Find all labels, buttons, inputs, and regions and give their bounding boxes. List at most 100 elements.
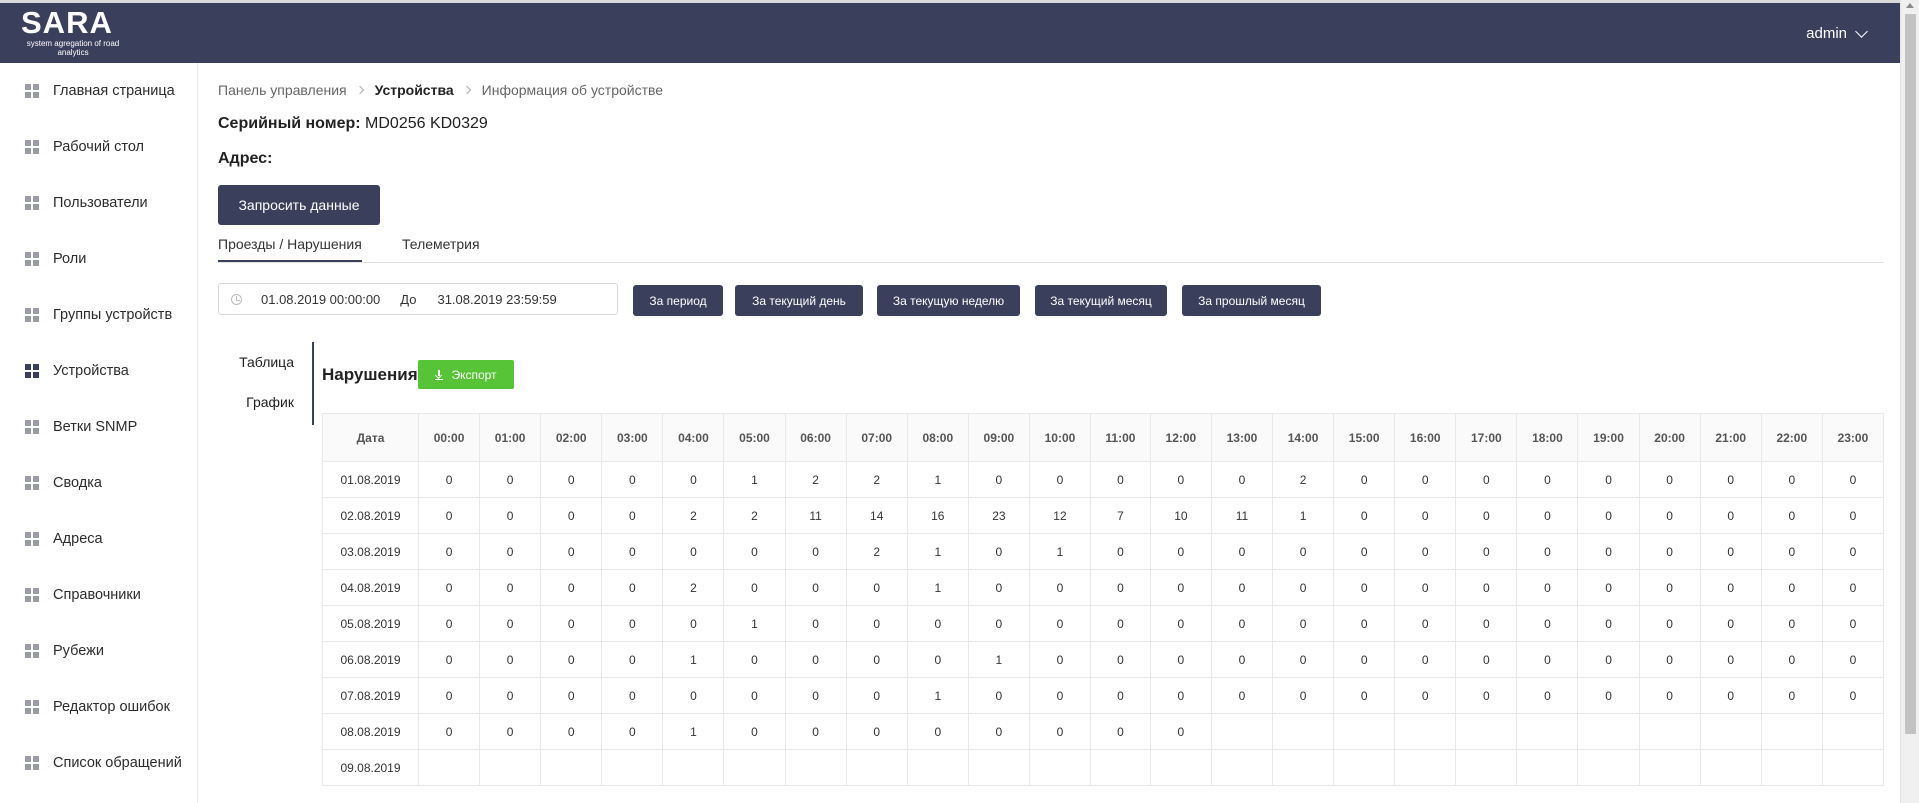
table-cell: 0 [1760,677,1823,714]
table-cell [723,749,786,786]
breadcrumb-dashboard[interactable]: Панель управления [218,82,347,98]
request-data-button[interactable]: Запросить данные [218,185,380,225]
table-cell [1272,749,1335,786]
current-day-button[interactable]: За текущий день [735,285,863,316]
grid-icon [25,700,39,714]
current-month-button[interactable]: За текущий месяц [1035,285,1167,316]
logo[interactable]: SARA system agregation of road analytics [21,7,131,58]
table-cell: 0 [1516,569,1579,606]
table-cell: 0 [1821,569,1885,606]
table-cell [1210,713,1274,750]
table-cell: 1 [906,533,969,570]
table-cell: 0 [601,497,664,534]
last-month-button[interactable]: За прошлый месяц [1182,285,1321,316]
table-cell: 0 [1090,569,1151,606]
sidebar-item[interactable]: Роли [0,231,197,287]
table-cell: 0 [479,461,542,498]
table-cell: 0 [1028,713,1092,750]
export-label: Экспорт [451,367,497,382]
table-cell: 1 [1272,497,1335,534]
table-cell: 0 [845,641,908,678]
column-header-hour: 08:00 [906,413,969,462]
section-title: Нарушения [322,365,418,384]
table-cell: 0 [967,569,1030,606]
sidebar-item[interactable]: Рубежи [0,623,197,679]
sidebar-item-label: Рубежи [53,643,104,659]
sidebar-item[interactable]: Адреса [0,511,197,567]
table-cell: 0 [784,641,847,678]
sidebar-item[interactable]: Группы устройств [0,287,197,343]
sidebar-item[interactable]: Главная страница [0,63,197,119]
table-cell [1028,749,1092,786]
user-menu[interactable]: admin [1806,24,1868,42]
table-cell: 0 [479,569,542,606]
sidebar-item[interactable]: Список обращений [0,735,197,791]
chevron-down-icon [1855,24,1868,38]
grid-icon [25,308,39,322]
table-row: 04.08.2019 0 0 0 0 2 0 0 0 1 0 0 0 0 0 0 0 0 0 0 0 0 0 0 0 [322,569,1885,606]
date-from[interactable]: 01.08.2019 00:00:00 [261,292,380,307]
column-header-hour: 02:00 [540,413,603,462]
table-cell: 0 [1090,461,1151,498]
view-tab-table[interactable]: Таблица [218,342,312,382]
table-cell: 0 [540,605,603,642]
scroll-thumb[interactable] [1905,14,1916,734]
sidebar-item[interactable]: Справочники [0,567,197,623]
column-header-date: Дата [322,413,419,462]
table-cell [1760,749,1823,786]
row-date: 06.08.2019 [322,641,419,678]
grid-icon [25,644,39,658]
table-cell [1090,749,1151,786]
table-cell: 1 [906,461,969,498]
column-header-hour: 20:00 [1638,413,1701,462]
table-cell [1394,749,1457,786]
table-cell [479,749,542,786]
table-cell: 0 [1333,605,1396,642]
table-cell: 0 [1516,641,1579,678]
table-cell: 0 [1394,605,1457,642]
export-button[interactable]: Экспорт [418,360,514,389]
table-cell: 0 [1455,533,1518,570]
table-cell: 0 [1638,497,1701,534]
table-cell: 0 [967,677,1030,714]
chevron-right-icon [462,85,471,95]
scroll-up-icon[interactable] [1906,3,1914,8]
sidebar-item[interactable]: Рабочий стол [0,119,197,175]
table-cell: 0 [1210,569,1274,606]
date-to[interactable]: 31.08.2019 23:59:59 [437,292,556,307]
date-range-picker[interactable]: 01.08.2019 00:00:00 До 31.08.2019 23:59:… [218,283,618,315]
table-cell: 0 [723,569,786,606]
period-button[interactable]: За период [633,285,723,316]
sidebar-item-label: Справочники [53,587,141,603]
table-cell [784,749,847,786]
sidebar-item[interactable]: Устройства [0,343,197,399]
table-cell: 0 [479,605,542,642]
column-header-hour: 19:00 [1577,413,1640,462]
table-cell: 0 [784,605,847,642]
table-cell: 2 [845,533,908,570]
table-cell: 0 [1699,641,1762,678]
sidebar-item[interactable]: Редактор ошибок [0,679,197,735]
tab-telemetry[interactable]: Телеметрия [402,236,480,260]
table-cell [1455,749,1518,786]
sidebar-item[interactable]: Ветки SNMP [0,399,197,455]
column-header-hour: 17:00 [1455,413,1518,462]
table-cell: 0 [1760,497,1823,534]
current-week-button[interactable]: За текущую неделю [877,285,1020,316]
sidebar-item[interactable]: Сводка [0,455,197,511]
grid-icon [25,196,39,210]
breadcrumb-devices[interactable]: Устройства [375,82,454,98]
table-cell: 0 [601,569,664,606]
table-cell: 0 [845,569,908,606]
table-cell: 0 [1577,641,1640,678]
tab-passes-violations[interactable]: Проезды / Нарушения [218,236,362,262]
table-cell: 0 [1760,641,1823,678]
table-cell: 0 [1028,461,1092,498]
grid-icon [25,140,39,154]
view-tab-chart[interactable]: График [218,382,312,422]
sidebar: Главная страница Рабочий стол Пользователи… [0,63,198,803]
scrollbar[interactable] [1900,0,1919,803]
sidebar-item[interactable]: Пользователи [0,175,197,231]
table-cell: 0 [601,533,664,570]
table-cell: 0 [1760,605,1823,642]
